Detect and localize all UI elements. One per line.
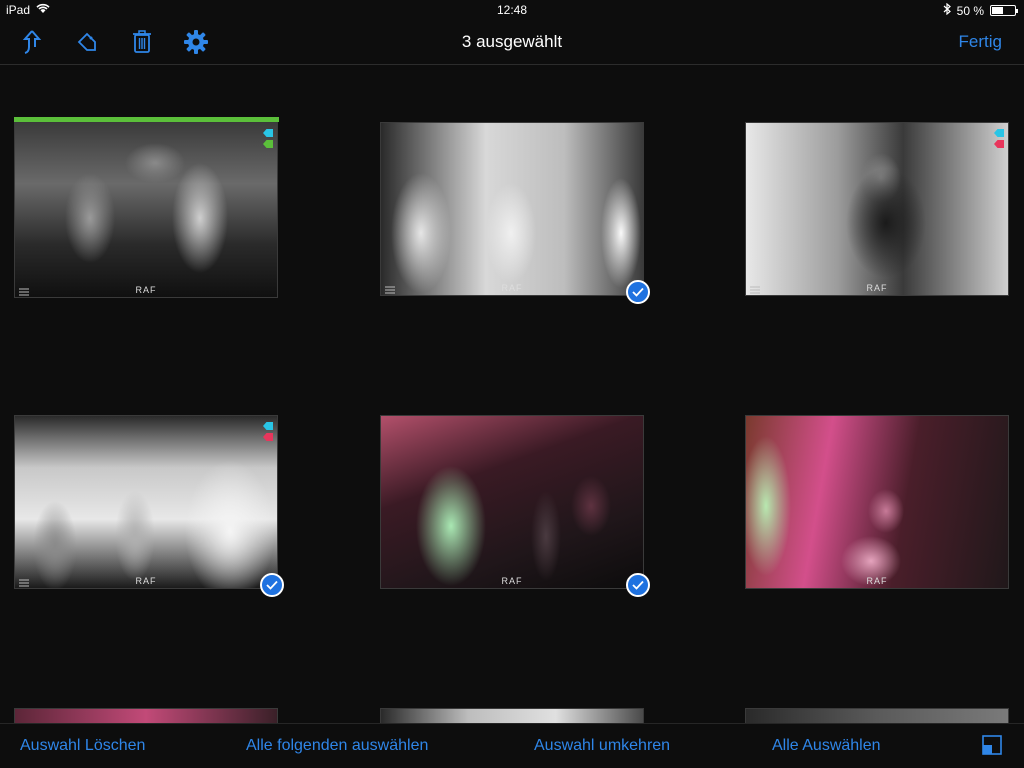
color-tags bbox=[994, 129, 1004, 148]
raw-label: RAF bbox=[501, 283, 523, 293]
selected-check-icon bbox=[626, 280, 650, 304]
photo-thumbnail[interactable]: RAF bbox=[14, 122, 278, 298]
battery-icon bbox=[990, 5, 1018, 16]
expand-icon[interactable] bbox=[982, 735, 1002, 755]
done-button[interactable]: Fertig bbox=[959, 32, 1002, 52]
color-tag-icon bbox=[263, 433, 273, 441]
bluetooth-icon bbox=[943, 2, 951, 18]
color-tags bbox=[263, 422, 273, 441]
page-title: 3 ausgewählt bbox=[461, 32, 563, 51]
battery-percent: 50 % bbox=[956, 3, 984, 18]
photo-thumbnail[interactable]: RAF bbox=[14, 415, 278, 589]
clock: 12:48 bbox=[496, 3, 528, 17]
nav-bar: 3 ausgewählt Fertig bbox=[0, 20, 1024, 65]
photo-thumbnail[interactable]: RAF bbox=[380, 415, 644, 589]
raw-label: RAF bbox=[866, 283, 888, 293]
photo-thumbnail[interactable]: RAF bbox=[745, 122, 1009, 296]
invert-selection-button[interactable]: Auswahl umkehren bbox=[534, 737, 670, 755]
clear-selection-button[interactable]: Auswahl Löschen bbox=[20, 737, 145, 755]
color-tag-icon bbox=[263, 129, 273, 137]
color-tag-icon bbox=[263, 422, 273, 430]
select-all-button[interactable]: Alle Auswählen bbox=[772, 737, 881, 755]
color-tag-icon bbox=[994, 140, 1004, 148]
raw-label: RAF bbox=[135, 285, 157, 295]
selected-check-icon bbox=[260, 573, 284, 597]
raw-label: RAF bbox=[135, 576, 157, 586]
color-tag-icon bbox=[994, 129, 1004, 137]
color-tag-icon bbox=[263, 140, 273, 148]
photo-thumbnail[interactable]: RAF bbox=[380, 122, 644, 296]
raw-label: RAF bbox=[866, 576, 888, 586]
color-tags bbox=[263, 129, 273, 148]
status-bar: iPad 12:48 50 % bbox=[0, 0, 1024, 20]
photo-grid[interactable]: RAF RAF RAF RAF RAF RAF bbox=[0, 65, 1024, 725]
select-following-button[interactable]: Alle folgenden auswählen bbox=[246, 737, 428, 755]
photo-thumbnail[interactable]: RAF bbox=[745, 415, 1009, 589]
selected-check-icon bbox=[626, 573, 650, 597]
raw-label: RAF bbox=[501, 576, 523, 586]
selection-toolbar: Auswahl Löschen Alle folgenden auswählen… bbox=[0, 723, 1024, 768]
